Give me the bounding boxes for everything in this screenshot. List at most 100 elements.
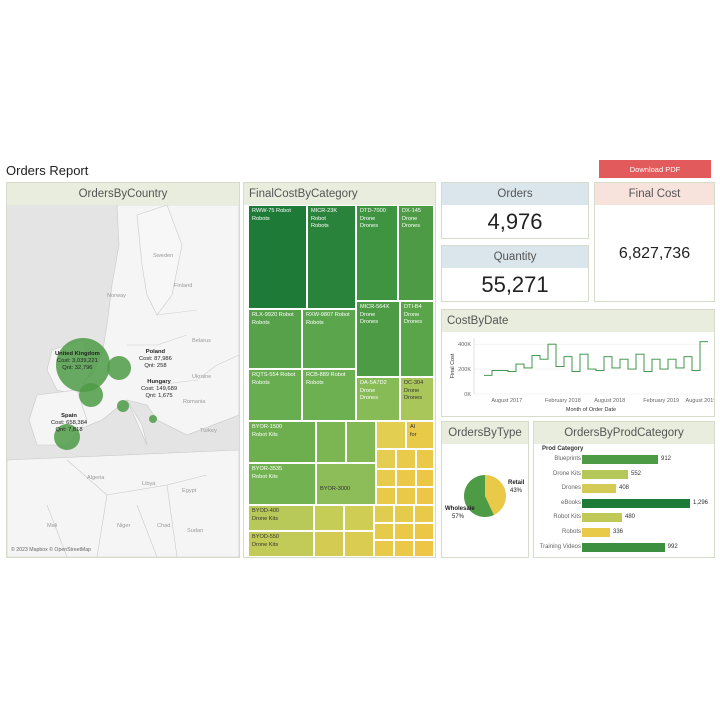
orders-by-type-pie[interactable]: Retail 43% Wholesale 57% [442,444,528,557]
cost-series-line [484,341,708,376]
treemap-tile[interactable]: BYOR-3535 Robot Kits [248,463,316,505]
bar-value-label: 912 [661,456,672,462]
bar[interactable] [582,469,628,479]
bar[interactable] [582,498,690,508]
country-cost: Cost: 87,986 [139,356,172,362]
final-cost-by-category-panel: FinalCostByCategory RWW-75 Robot Robots M… [243,182,436,558]
treemap-tile[interactable] [414,505,434,523]
poland-bubble[interactable] [107,356,131,380]
treemap-tile[interactable]: MICR-23K Robot Robots [307,205,356,309]
bar-row[interactable]: Drone Kits 552 [534,468,719,481]
treemap-tile[interactable]: RQTS-554 Robot Robots [248,369,302,421]
hungary-small-bubble[interactable] [149,415,157,423]
bar-category-label: eBooks [560,499,581,506]
treemap-tile[interactable]: AI for [406,421,434,449]
map-label: Chad [157,523,171,529]
treemap-tile[interactable] [374,505,394,523]
treemap-tile[interactable]: BYOD-400 Drone Kits [248,505,314,531]
treemap-tile[interactable]: BYOD-550 Drone Kits [248,531,314,557]
treemap-tile[interactable]: DC-304 Drone Drones [400,377,434,421]
treemap-tile[interactable]: MICR-564X Drone Drones [356,301,400,377]
bar-category-label: Blueprints [554,456,581,462]
treemap-tile[interactable]: RWW-75 Robot Robots [248,205,307,309]
country-label-uk: United Kingdom Cost: 3,039,221 Qnt: 32,7… [55,351,100,372]
map-attribution[interactable]: © 2023 Mapbox © OpenStreetMap [11,547,91,553]
treemap-tile[interactable] [394,523,414,540]
download-pdf-button[interactable]: Download PDF [599,160,711,178]
bar[interactable] [582,542,665,552]
treemap: RWW-75 Robot Robots MICR-23K Robot Robots D… [248,205,434,557]
map-label: Libya [142,481,156,487]
treemap-tile[interactable]: BYOR-1500 Robot Kits [248,421,316,463]
bar-row[interactable]: eBooks 1,296 [534,497,719,510]
treemap-tile[interactable] [344,531,374,557]
map-label: Sweden [153,253,174,259]
treemap-tile[interactable] [376,449,396,469]
bar[interactable] [582,455,658,464]
y-tick-label: 200K [458,367,471,373]
bar-value-label: 1,296 [693,499,709,506]
treemap-tile[interactable]: DTD-7000 Drone Drones [356,205,398,301]
y-tick-label: 0K [464,392,471,398]
map-label: Mali [47,523,58,529]
bar[interactable] [582,484,616,494]
bar-row[interactable]: Robots 336 [534,526,719,539]
bar-chart-header: Prod Category [542,446,584,452]
bar-row[interactable]: Drones 408 [534,482,719,495]
treemap-tile[interactable]: DA-5A7D2 Drone Drones [356,377,400,421]
treemap-tile[interactable] [414,523,434,540]
country-qnt: Qnt: 7,818 [55,427,83,433]
treemap-tile[interactable] [316,421,346,463]
treemap-tile[interactable] [416,449,434,469]
country-name: Spain [61,413,77,419]
bar[interactable] [582,513,622,523]
treemap-tile[interactable]: DX-145 Drone Drones [398,205,434,301]
x-tick-label: August 2017 [491,398,522,404]
pie-label: Wholesale [445,506,475,512]
treemap-tile[interactable] [376,469,396,487]
panel-title: Final Cost [595,183,714,205]
panel-title: Quantity [442,246,588,268]
treemap-tile[interactable] [394,540,414,557]
orders-by-prod-category-bars[interactable]: Blueprints 912 Drone Kits 552 Drones 408 eBook… [534,453,714,557]
x-tick-label: February 2018 [545,398,581,404]
treemap-tile[interactable] [314,531,344,557]
treemap-tile[interactable] [376,421,406,449]
bar-row[interactable]: Robot Kits 480 [534,511,719,524]
bar-row[interactable]: Training Videos 992 [534,541,719,554]
bar-value-label: 552 [631,470,642,477]
treemap-tile[interactable] [376,487,396,505]
treemap-tile[interactable] [396,487,416,505]
panel-title: FinalCostByCategory [244,183,435,205]
treemap-tile[interactable] [416,469,434,487]
map-label: Egypt [182,488,197,494]
bar-category-label: Training Videos [539,543,581,550]
treemap-tile[interactable] [416,487,434,505]
treemap-tile[interactable] [396,449,416,469]
y-axis-label: Final Cost [450,353,456,378]
cost-by-date-chart[interactable]: 400K 200K 0K Final Cost August 2017 February … [442,332,714,416]
germany-bubble[interactable] [79,383,103,407]
hungary-bubble[interactable] [117,400,129,412]
treemap-tile[interactable] [314,505,344,531]
map-label: Algeria [87,475,105,481]
panel-title: CostByDate [442,310,714,332]
bar-row[interactable]: Blueprints 912 [534,453,719,466]
treemap-tile[interactable] [414,540,434,557]
treemap-tile[interactable] [344,505,374,531]
europe-map[interactable] [7,205,239,557]
treemap-tile[interactable]: RCB-889 Robot Robots [302,369,356,421]
treemap-tile[interactable] [394,505,414,523]
treemap-tile[interactable] [374,540,394,557]
treemap-tile[interactable] [346,421,376,463]
treemap-tile[interactable]: BYOR-3000 [316,463,376,505]
treemap-tile[interactable] [396,469,416,487]
treemap-tile[interactable] [374,523,394,540]
bar[interactable] [582,528,610,537]
treemap-tile[interactable]: RXW-9807 Robot Robots [302,309,356,369]
treemap-tile[interactable]: RLX-9920 Robot Robots [248,309,302,369]
bar-category-label: Drones [561,485,581,492]
treemap-tile[interactable]: DTI-B4 Drone Drones [400,301,434,377]
map-label: Finland [174,283,193,289]
country-cost: Cost: 3,039,221 [56,358,98,364]
